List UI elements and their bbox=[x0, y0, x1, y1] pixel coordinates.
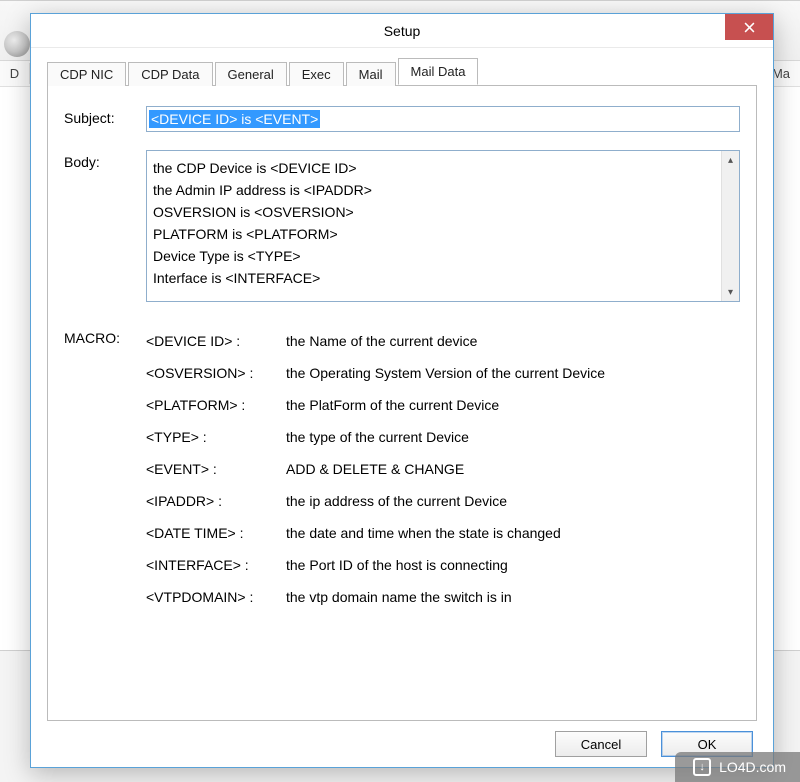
macro-key: <VTPDOMAIN> : bbox=[146, 589, 286, 605]
macro-key: <DATE TIME> : bbox=[146, 525, 286, 541]
body-label: Body: bbox=[64, 150, 146, 170]
tab-exec[interactable]: Exec bbox=[289, 62, 344, 86]
app-icon bbox=[4, 31, 30, 57]
subject-label: Subject: bbox=[64, 106, 146, 126]
macro-key: <EVENT> : bbox=[146, 461, 286, 477]
watermark: ↓ LO4D.com bbox=[675, 752, 800, 782]
macro-key: <IPADDR> : bbox=[146, 493, 286, 509]
macro-row: <DEVICE ID> :the Name of the current dev… bbox=[146, 328, 740, 360]
tabstrip: CDP NIC CDP Data General Exec Mail Mail … bbox=[47, 60, 757, 86]
bg-col-left: D bbox=[0, 63, 30, 84]
macro-key: <DEVICE ID> : bbox=[146, 333, 286, 349]
macro-key: <TYPE> : bbox=[146, 429, 286, 445]
macro-desc: the Name of the current device bbox=[286, 333, 740, 349]
tab-mail[interactable]: Mail bbox=[346, 62, 396, 86]
macro-table: <DEVICE ID> :the Name of the current dev… bbox=[146, 328, 740, 616]
macro-section: MACRO: <DEVICE ID> :the Name of the curr… bbox=[64, 328, 740, 616]
macro-row: <INTERFACE> :the Port ID of the host is … bbox=[146, 552, 740, 584]
subject-text-selected: <DEVICE ID> is <EVENT> bbox=[149, 110, 320, 128]
macro-desc: ADD & DELETE & CHANGE bbox=[286, 461, 740, 477]
macro-row: <TYPE> :the type of the current Device bbox=[146, 424, 740, 456]
watermark-icon: ↓ bbox=[693, 758, 711, 776]
close-icon bbox=[744, 22, 755, 33]
close-button[interactable] bbox=[725, 14, 773, 40]
scroll-down-arrow-icon[interactable]: ▾ bbox=[722, 283, 740, 301]
tab-panel-mail-data: Subject: <DEVICE ID> is <EVENT> Body: th… bbox=[47, 86, 757, 721]
scroll-up-arrow-icon[interactable]: ▴ bbox=[722, 151, 740, 169]
macro-key: <INTERFACE> : bbox=[146, 557, 286, 573]
subject-input[interactable]: <DEVICE ID> is <EVENT> bbox=[146, 106, 740, 132]
body-text-content: the CDP Device is <DEVICE ID> the Admin … bbox=[147, 151, 721, 301]
macro-desc: the PlatForm of the current Device bbox=[286, 397, 740, 413]
setup-dialog: Setup CDP NIC CDP Data General Exec Mail… bbox=[30, 13, 774, 768]
macro-row: <PLATFORM> :the PlatForm of the current … bbox=[146, 392, 740, 424]
macro-row: <OSVERSION> :the Operating System Versio… bbox=[146, 360, 740, 392]
body-scrollbar[interactable]: ▴ ▾ bbox=[721, 151, 739, 301]
macro-key: <OSVERSION> : bbox=[146, 365, 286, 381]
dialog-title: Setup bbox=[31, 23, 773, 39]
body-row: Body: the CDP Device is <DEVICE ID> the … bbox=[64, 150, 740, 302]
macro-row: <VTPDOMAIN> :the vtp domain name the swi… bbox=[146, 584, 740, 616]
macro-label: MACRO: bbox=[64, 328, 146, 616]
tab-cdp-data[interactable]: CDP Data bbox=[128, 62, 212, 86]
macro-desc: the vtp domain name the switch is in bbox=[286, 589, 740, 605]
macro-desc: the Port ID of the host is connecting bbox=[286, 557, 740, 573]
titlebar[interactable]: Setup bbox=[31, 14, 773, 48]
macro-key: <PLATFORM> : bbox=[146, 397, 286, 413]
macro-desc: the date and time when the state is chan… bbox=[286, 525, 740, 541]
macro-row: <IPADDR> :the ip address of the current … bbox=[146, 488, 740, 520]
dialog-body: CDP NIC CDP Data General Exec Mail Mail … bbox=[31, 48, 773, 767]
cancel-button[interactable]: Cancel bbox=[555, 731, 647, 757]
tab-cdp-nic[interactable]: CDP NIC bbox=[47, 62, 126, 86]
macro-row: <EVENT> :ADD & DELETE & CHANGE bbox=[146, 456, 740, 488]
subject-row: Subject: <DEVICE ID> is <EVENT> bbox=[64, 106, 740, 132]
tab-mail-data[interactable]: Mail Data bbox=[398, 58, 479, 85]
macro-desc: the type of the current Device bbox=[286, 429, 740, 445]
body-textarea[interactable]: the CDP Device is <DEVICE ID> the Admin … bbox=[146, 150, 740, 302]
watermark-text: LO4D.com bbox=[719, 759, 786, 775]
macro-desc: the ip address of the current Device bbox=[286, 493, 740, 509]
macro-row: <DATE TIME> :the date and time when the … bbox=[146, 520, 740, 552]
macro-desc: the Operating System Version of the curr… bbox=[286, 365, 740, 381]
dialog-button-row: Cancel OK bbox=[47, 721, 757, 757]
tab-general[interactable]: General bbox=[215, 62, 287, 86]
